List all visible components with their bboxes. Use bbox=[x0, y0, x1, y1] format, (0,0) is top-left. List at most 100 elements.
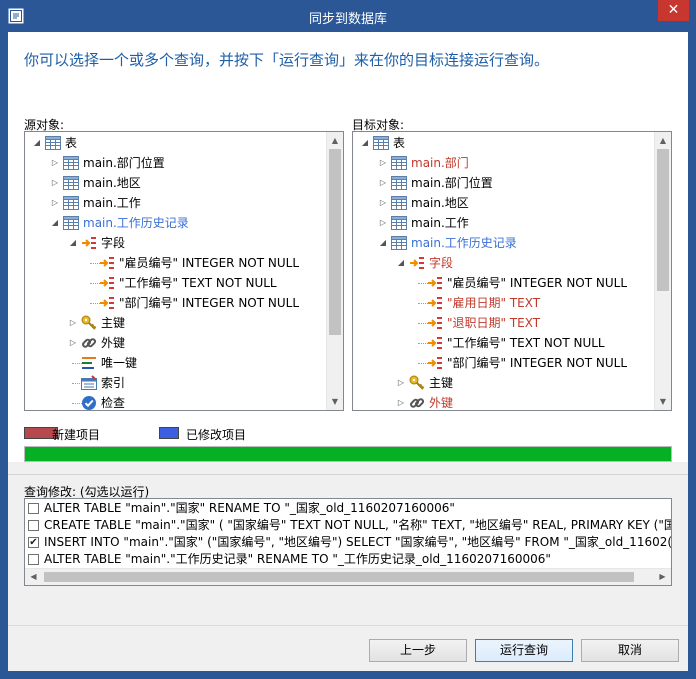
query-text: CREATE TABLE "main"."国家" ( "国家编号" TEXT N… bbox=[44, 518, 672, 532]
tree-item-label: 外键 bbox=[429, 396, 454, 410]
field-icon bbox=[99, 295, 115, 311]
query-text: ALTER TABLE "main"."国家" RENAME TO "_国家_o… bbox=[44, 501, 455, 515]
table-icon bbox=[373, 135, 389, 151]
scroll-left-icon[interactable]: ◀ bbox=[25, 569, 42, 585]
source-tree-item[interactable]: 检查 bbox=[25, 393, 326, 410]
expand-arrow-icon[interactable]: ◢ bbox=[49, 213, 61, 233]
collapse-arrow-icon[interactable]: ▷ bbox=[67, 333, 79, 353]
expand-arrow-icon[interactable]: ◢ bbox=[67, 233, 79, 253]
legend-modified-item: 已修改项目 bbox=[159, 426, 299, 442]
window-frame-bottom bbox=[0, 671, 696, 679]
back-button[interactable]: 上一步 bbox=[369, 639, 467, 662]
table-icon bbox=[391, 175, 407, 191]
target-tree-item[interactable]: "工作编号" TEXT NOT NULL bbox=[353, 333, 654, 353]
expand-arrow-icon[interactable]: ◢ bbox=[395, 253, 407, 273]
tree-item-label: main.工作历史记录 bbox=[411, 236, 517, 250]
tree-item-label: "雇用日期" TEXT bbox=[447, 296, 541, 310]
tree-item-label: "雇员编号" INTEGER NOT NULL bbox=[119, 256, 300, 270]
table-icon bbox=[45, 135, 61, 151]
collapse-arrow-icon[interactable]: ▷ bbox=[395, 373, 407, 393]
source-tree-item[interactable]: 唯一键 bbox=[25, 353, 326, 373]
tree-item-label: 主键 bbox=[429, 376, 454, 390]
target-tree-item[interactable]: ▷ 主键 bbox=[353, 373, 654, 393]
target-tree-item[interactable]: ▷ main.地区 bbox=[353, 193, 654, 213]
collapse-arrow-icon[interactable]: ▷ bbox=[67, 313, 79, 333]
collapse-arrow-icon[interactable]: ▷ bbox=[49, 173, 61, 193]
target-tree-item[interactable]: "退职日期" TEXT bbox=[353, 313, 654, 333]
title-bar: 同步到数据库 ✕ bbox=[0, 0, 696, 32]
table-icon bbox=[391, 195, 407, 211]
source-tree-item[interactable]: "雇员编号" INTEGER NOT NULL bbox=[25, 253, 326, 273]
target-vertical-scrollbar[interactable]: ▲ ▼ bbox=[654, 132, 671, 410]
tree-item-label: main.工作 bbox=[411, 216, 469, 230]
scrollbar-thumb[interactable] bbox=[657, 149, 669, 291]
source-tree-item[interactable]: ◢ main.工作历史记录 bbox=[25, 213, 326, 233]
window-title: 同步到数据库 bbox=[308, 12, 387, 27]
scroll-up-icon[interactable]: ▲ bbox=[655, 132, 671, 149]
tree-item-label: main.部门位置 bbox=[83, 156, 165, 170]
collapse-arrow-icon[interactable]: ▷ bbox=[377, 213, 389, 233]
field-icon bbox=[427, 335, 443, 351]
tree-item-label: 表 bbox=[393, 136, 406, 150]
source-tree-item[interactable]: 索引 bbox=[25, 373, 326, 393]
source-tree-item[interactable]: ◢ 表 bbox=[25, 133, 326, 153]
scroll-right-icon[interactable]: ▶ bbox=[654, 569, 671, 585]
run-query-button[interactable]: 运行查询 bbox=[475, 639, 573, 662]
scrollbar-thumb[interactable] bbox=[44, 572, 634, 582]
target-tree-item[interactable]: ◢ main.工作历史记录 bbox=[353, 233, 654, 253]
target-tree-item[interactable]: ◢ 字段 bbox=[353, 253, 654, 273]
collapse-arrow-icon[interactable]: ▷ bbox=[49, 193, 61, 213]
source-tree-item[interactable]: ▷ main.地区 bbox=[25, 173, 326, 193]
query-text: ALTER TABLE "main"."工作历史记录" RENAME TO "_… bbox=[44, 552, 551, 566]
field-icon bbox=[99, 255, 115, 271]
source-tree-item[interactable]: ▷ 外键 bbox=[25, 333, 326, 353]
target-tree-item[interactable]: ◢ 表 bbox=[353, 133, 654, 153]
source-tree-item[interactable]: ▷ main.工作 bbox=[25, 193, 326, 213]
expand-arrow-icon[interactable]: ◢ bbox=[31, 133, 43, 153]
query-horizontal-scrollbar[interactable]: ◀ ▶ bbox=[25, 568, 671, 585]
target-tree-item[interactable]: ▷ 外键 bbox=[353, 393, 654, 410]
source-tree-rows: ◢ 表 ▷ main.部门位置 ▷ main.地区 ▷ main.工作 ◢ main.工作历史记录… bbox=[25, 132, 326, 410]
collapse-arrow-icon[interactable]: ▷ bbox=[377, 193, 389, 213]
source-tree-item[interactable]: "工作编号" TEXT NOT NULL bbox=[25, 273, 326, 293]
collapse-arrow-icon[interactable]: ▷ bbox=[377, 153, 389, 173]
query-list[interactable]: ALTER TABLE "main"."国家" RENAME TO "_国家_o… bbox=[24, 498, 672, 586]
scroll-down-icon[interactable]: ▼ bbox=[327, 393, 343, 410]
cancel-button[interactable]: 取消 bbox=[581, 639, 679, 662]
tree-item-label: main.工作历史记录 bbox=[83, 216, 189, 230]
close-button[interactable]: ✕ bbox=[658, 0, 689, 21]
expand-arrow-icon[interactable]: ◢ bbox=[377, 233, 389, 253]
query-checkbox[interactable] bbox=[28, 503, 39, 514]
query-checkbox[interactable] bbox=[28, 554, 39, 565]
target-tree[interactable]: ◢ 表 ▷ main.部门 ▷ main.部门位置 ▷ main.地区 ▷ main.工作 ◢ mai… bbox=[352, 131, 672, 411]
field-icon bbox=[427, 275, 443, 291]
separator bbox=[8, 474, 688, 475]
collapse-arrow-icon[interactable]: ▷ bbox=[395, 393, 407, 410]
target-tree-item[interactable]: "雇用日期" TEXT bbox=[353, 293, 654, 313]
table-icon bbox=[63, 155, 79, 171]
source-tree[interactable]: ◢ 表 ▷ main.部门位置 ▷ main.地区 ▷ main.工作 ◢ main.工作历史记录… bbox=[24, 131, 344, 411]
source-tree-item[interactable]: ▷ 主键 bbox=[25, 313, 326, 333]
query-checkbox[interactable]: ✔ bbox=[28, 537, 39, 548]
source-tree-item[interactable]: ◢ 字段 bbox=[25, 233, 326, 253]
tree-item-label: main.地区 bbox=[411, 196, 469, 210]
source-tree-item[interactable]: "部门编号" INTEGER NOT NULL bbox=[25, 293, 326, 313]
scroll-up-icon[interactable]: ▲ bbox=[327, 132, 343, 149]
tree-item-label: main.地区 bbox=[83, 176, 141, 190]
target-tree-item[interactable]: ▷ main.部门 bbox=[353, 153, 654, 173]
target-tree-item[interactable]: ▷ main.部门位置 bbox=[353, 173, 654, 193]
query-checkbox[interactable] bbox=[28, 520, 39, 531]
source-tree-item[interactable]: ▷ main.部门位置 bbox=[25, 153, 326, 173]
new-item-label: 新建项目 bbox=[52, 428, 101, 442]
fields-icon bbox=[81, 235, 97, 251]
tree-item-label: "雇员编号" INTEGER NOT NULL bbox=[447, 276, 628, 290]
target-tree-item[interactable]: "部门编号" INTEGER NOT NULL bbox=[353, 353, 654, 373]
expand-arrow-icon[interactable]: ◢ bbox=[359, 133, 371, 153]
target-tree-item[interactable]: ▷ main.工作 bbox=[353, 213, 654, 233]
scrollbar-thumb[interactable] bbox=[329, 149, 341, 335]
source-vertical-scrollbar[interactable]: ▲ ▼ bbox=[326, 132, 343, 410]
collapse-arrow-icon[interactable]: ▷ bbox=[49, 153, 61, 173]
collapse-arrow-icon[interactable]: ▷ bbox=[377, 173, 389, 193]
target-tree-item[interactable]: "雇员编号" INTEGER NOT NULL bbox=[353, 273, 654, 293]
scroll-down-icon[interactable]: ▼ bbox=[655, 393, 671, 410]
